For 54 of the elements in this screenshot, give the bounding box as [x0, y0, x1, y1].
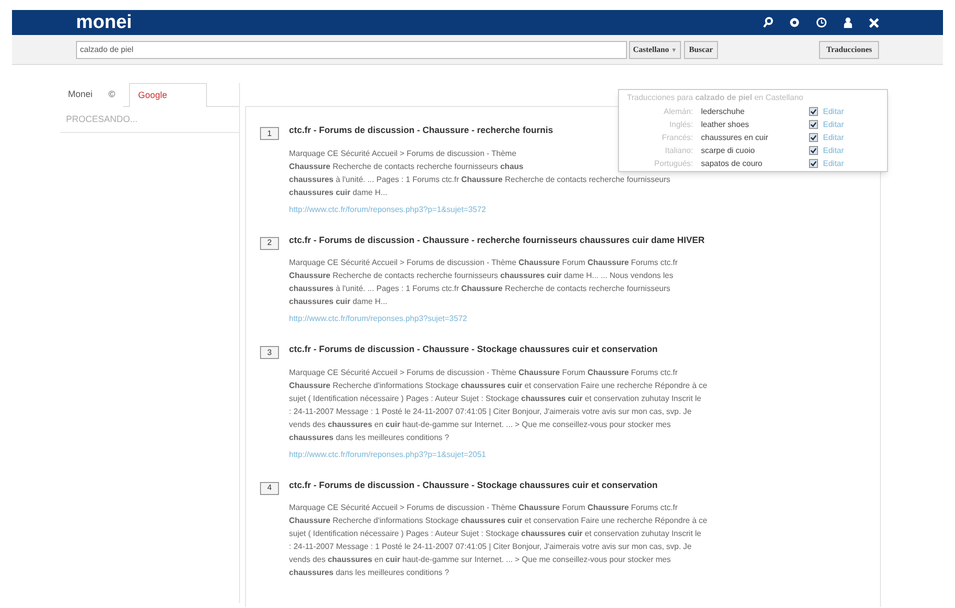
translation-text: leather shoes — [701, 118, 750, 130]
snippet-line: vends des chaussures en cuir haut-de-gamme sur Internet. ... > Que me conseillez-vous pour stocker mes — [289, 418, 671, 430]
result-number: 3 — [260, 346, 279, 359]
checkbox[interactable] — [809, 146, 818, 155]
snippet-line: chaussures à l'unité. ... Pages : 1 Forums ctc.fr Chaussure Recherche de contacts recherche fournisseurs — [289, 283, 670, 295]
settings-icon[interactable] — [789, 17, 800, 28]
snippet-line: : 24-11-2007 Message : 1 Posté le 24-11-2007 07:41:05 | Citer Bonjour, J'aimerais votre avis sur mon cas, svp. Je — [289, 406, 692, 418]
snippet-line: Chaussure Recherche de contacts recherche fournisseurs chaussures cuir dame H... ... Nous vendons les — [289, 270, 674, 282]
checkbox[interactable] — [809, 107, 818, 116]
language-label: Alemán: — [662, 106, 694, 118]
user-icon[interactable] — [843, 17, 853, 28]
snippet-line: sujet ( Identification nécessaire ) Pages : Auteur Sujet : Stockage chaussures cuir et conservation zuhutay Inscrit le — [289, 392, 702, 404]
snippet-line: sujet ( Identification nécessaire ) Pages : Auteur Sujet : Stockage chaussures cuir et conservation zuhutay Inscrit le — [289, 528, 702, 540]
snippet-line: : 24-11-2007 Message : 1 Posté le 24-11-2007 07:41:05 | Citer Bonjour, J'aimerais votre avis sur mon cas, svp. Je — [289, 541, 692, 553]
snippet-line: Chaussure Recherche d'informations Stockage chaussures cuir et conservation Faire une recherche Répondre à ce — [289, 515, 708, 527]
snippet-line: chaussures cuir dame H... — [289, 296, 388, 308]
clock-icon[interactable] — [816, 17, 827, 28]
snippet-line: Marquage CE Sécurité Accueil > Forums de discussion - Thème — [289, 148, 516, 160]
translation-text: sapatos de couro — [701, 158, 764, 170]
language-label: Italiano: — [664, 144, 694, 156]
language-label: Inglés: — [668, 118, 694, 130]
status-text: PROCESANDO... — [66, 112, 138, 126]
checkbox[interactable] — [809, 159, 818, 168]
snippet-line: Marquage CE Sécurité Accueil > Forums de discussion - Thème Chaussure Forum Chaussure Forums ctc.fr — [289, 257, 678, 269]
snippet-line: Chaussure Recherche de contacts recherche fournisseurs chaus — [289, 160, 524, 172]
checkbox[interactable] — [809, 133, 818, 142]
snippet-line: vends des chaussures en cuir haut-de-gamme sur Internet. ... > Que me conseillez-vous pour stocker mes — [289, 554, 671, 566]
popup-heading: Traducciones para calzado de piel en Castellano — [627, 92, 804, 104]
snippet-line: Marquage CE Sécurité Accueil > Forums de discussion - Thème Chaussure Forum Chaussure Forums ctc.fr — [289, 502, 678, 514]
translation-text: lederschuhe — [701, 106, 746, 118]
snippet-line: Marquage CE Sécurité Accueil > Forums de discussion - Thème Chaussure Forum Chaussure Forums ctc.fr — [289, 366, 678, 378]
snippet-line: Chaussure Recherche d'informations Stockage chaussures cuir et conservation Faire une recherche Répondre à ce — [289, 380, 708, 392]
logo: monei — [76, 13, 132, 32]
result-number: 4 — [260, 482, 279, 494]
translations-button[interactable]: Traducciones — [819, 40, 879, 58]
result-title[interactable]: ctc.fr - Forums de discussion - Chaussure - recherche fournisseurs chaussures cuir dame HIVER — [289, 234, 705, 247]
snippet-line: chaussures dans les meilleures conditions ? — [289, 432, 450, 444]
snippet-line: chaussures à l'unité. ... Pages : 1 Forums ctc.fr Chaussure Recherche de contacts recherche fournisseurs — [289, 174, 670, 186]
snippet-line: chaussures cuir dame H... — [289, 186, 388, 198]
result-number: 1 — [260, 127, 279, 140]
result-title[interactable]: ctc.fr - Forums de discussion - Chaussure - Stockage chaussures cuir et conservation — [289, 343, 708, 356]
search-field[interactable]: calzado de piel — [76, 40, 627, 58]
translation-text: chaussures en cuir — [701, 132, 770, 144]
language-label: Portugués: — [653, 158, 694, 170]
snippet-line: chaussures dans les meilleures conditions ? — [289, 567, 450, 579]
checkbox[interactable] — [809, 120, 818, 129]
search-icon[interactable] — [763, 17, 773, 28]
translation-text: scarpe di cuoio — [701, 144, 756, 156]
result-title[interactable]: ctc.fr - Forums de discussion - Chaussure - Stockage chaussures cuir et conservation — [289, 478, 708, 492]
close-icon[interactable] — [869, 18, 879, 28]
tab[interactable]: Google — [129, 83, 208, 107]
language-label: Francés: — [660, 132, 694, 144]
search-button[interactable]: Buscar — [684, 40, 718, 58]
result-number: 2 — [260, 236, 279, 250]
